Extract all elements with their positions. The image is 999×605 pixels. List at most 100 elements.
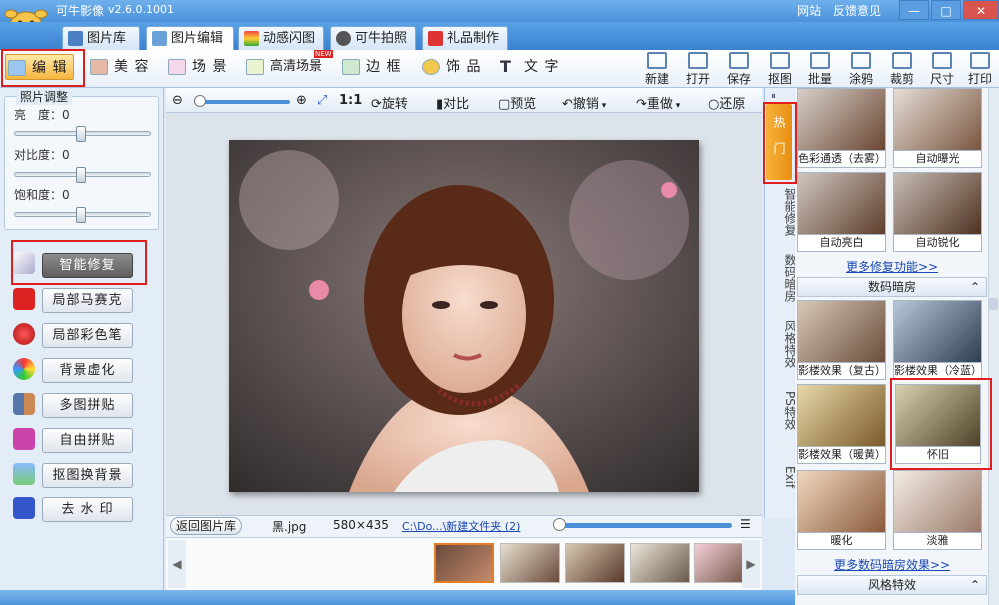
main-photo[interactable] <box>229 140 699 492</box>
tab-library[interactable]: 图片库 <box>62 26 140 50</box>
photo-adjust-title: 照片调整 <box>16 88 73 105</box>
print-icon <box>970 52 990 69</box>
filmstrip-right-arrow-icon[interactable]: ▶ <box>742 540 760 588</box>
tool-text[interactable]: T文 字 <box>498 54 559 80</box>
saturation-slider-thumb[interactable] <box>76 207 86 223</box>
effect-thumb-auto-white[interactable] <box>797 172 886 235</box>
effect-thumb-warm-yellow[interactable] <box>797 384 886 447</box>
feedback-link[interactable]: 反馈意见 <box>833 4 881 18</box>
filmstrip-thumb[interactable] <box>500 543 560 583</box>
app-version: v2.6.0.1001 <box>108 3 174 16</box>
scene-icon <box>168 59 186 75</box>
multi-collage-button[interactable]: 多图拼贴 <box>42 393 133 418</box>
rotate-button[interactable]: ⟳旋转 <box>371 93 408 112</box>
compare-button[interactable]: ▮对比 <box>436 93 469 112</box>
restore-button[interactable]: ○还原 <box>708 93 745 112</box>
filmstrip-thumb[interactable] <box>565 543 625 583</box>
website-link[interactable]: 网站 <box>797 4 821 18</box>
tool-border[interactable]: 边 框 <box>340 54 401 80</box>
effect-thumb-elegant[interactable] <box>893 470 982 533</box>
effect-thumb-cold-blue[interactable] <box>893 300 982 363</box>
vtab-hot[interactable]: 热门 <box>766 104 792 180</box>
thumbnail-size-thumb[interactable] <box>553 518 566 531</box>
redo-button[interactable]: ↷重做 ▾ <box>636 93 680 112</box>
new-button[interactable]: 新建 <box>640 52 674 87</box>
fit-icon[interactable]: ⤢ <box>317 93 327 108</box>
cutout-button[interactable]: 抠图 <box>763 52 797 87</box>
maximize-button[interactable]: □ <box>931 0 961 20</box>
collage-icon <box>13 393 35 415</box>
collapse-panel-icon[interactable]: ⏸ <box>771 91 776 102</box>
tool-edit[interactable]: 编 辑 <box>5 54 74 80</box>
tab-animation[interactable]: 动感闪图 <box>238 26 324 50</box>
beauty-icon <box>90 59 108 75</box>
close-button[interactable]: ✕ <box>963 0 999 20</box>
local-mosaic-button[interactable]: 局部马赛克 <box>42 288 133 313</box>
effect-label-elegant: 淡雅 <box>893 533 982 550</box>
batch-button[interactable]: 批量 <box>803 52 837 87</box>
save-icon <box>729 52 749 69</box>
effect-thumb-nostalgia[interactable] <box>895 384 981 447</box>
filmstrip-thumb[interactable] <box>630 543 690 583</box>
effects-scrollbar[interactable] <box>988 88 999 605</box>
tab-camera[interactable]: 可牛拍照 <box>330 26 416 50</box>
crop-button[interactable]: 裁剪 <box>885 52 919 87</box>
remove-watermark-button[interactable]: 去 水 印 <box>42 497 133 522</box>
minimize-button[interactable]: — <box>899 0 929 20</box>
effect-label-warm-yellow: 影楼效果（暖黄） <box>797 447 886 464</box>
cutout-replace-bg-button[interactable]: 抠图换背景 <box>42 463 133 488</box>
camera-icon <box>336 31 351 46</box>
effect-label-auto-exposure: 自动曝光 <box>893 151 982 168</box>
photo-edit-icon <box>152 31 167 46</box>
library-icon <box>68 31 83 46</box>
save-button[interactable]: 保存 <box>722 52 756 87</box>
free-collage-button[interactable]: 自由拼贴 <box>42 428 133 453</box>
print-button[interactable]: 打印 <box>963 52 997 87</box>
file-path-link[interactable]: C:\Do...\新建文件夹 (2) <box>402 518 520 534</box>
tab-gift[interactable]: 礼品制作 <box>422 26 508 50</box>
back-to-library-button[interactable]: 返回图片库 <box>170 517 242 535</box>
color-pen-icon <box>13 323 35 345</box>
effect-thumb-retro[interactable] <box>797 300 886 363</box>
effect-thumb-auto-sharpen[interactable] <box>893 172 982 235</box>
resize-button[interactable]: 尺寸 <box>925 52 959 87</box>
zoom-slider-thumb[interactable] <box>194 95 206 107</box>
doodle-button[interactable]: 涂鸦 <box>844 52 878 87</box>
more-darkroom-link[interactable]: 更多数码暗房效果>> <box>797 556 987 573</box>
effect-thumb-dehaze[interactable] <box>797 88 886 151</box>
zoom-in-icon[interactable]: ⊕ <box>296 93 307 108</box>
effect-label-auto-white: 自动亮白 <box>797 235 886 252</box>
tool-beauty[interactable]: 美 容 <box>88 54 149 80</box>
tool-decoration[interactable]: 饰 品 <box>420 54 481 80</box>
mosaic-icon <box>13 288 35 310</box>
filmstrip-left-arrow-icon[interactable]: ◀ <box>168 540 186 588</box>
background-blur-button[interactable]: 背景虚化 <box>42 358 133 383</box>
text-icon: T <box>500 57 512 76</box>
tool-hd-scene[interactable]: 高清场景 NEW <box>244 50 333 80</box>
style-effects-section-header[interactable]: 风格特效 ⌃ <box>797 575 987 595</box>
list-view-icon[interactable]: ☰ <box>740 517 751 531</box>
effect-label-nostalgia: 怀旧 <box>895 447 981 464</box>
preview-button[interactable]: ▢预览 <box>498 93 536 112</box>
scrollbar-thumb[interactable] <box>989 298 998 310</box>
zoom-out-icon[interactable]: ⊖ <box>172 93 183 108</box>
darkroom-section-header[interactable]: 数码暗房 ⌃ <box>797 277 987 297</box>
undo-button[interactable]: ↶撤销 ▾ <box>562 93 606 112</box>
zoom-slider[interactable] <box>194 100 290 104</box>
file-name: 黑.jpg <box>272 520 307 534</box>
smart-repair-button[interactable]: 智能修复 <box>42 253 133 278</box>
local-color-pen-button[interactable]: 局部彩色笔 <box>42 323 133 348</box>
collapse-icon[interactable]: ⌃ <box>970 576 980 595</box>
tab-photo-edit[interactable]: 图片编辑 <box>146 26 234 50</box>
tool-scene[interactable]: 场 景 <box>166 54 227 80</box>
contrast-slider-thumb[interactable] <box>76 167 86 183</box>
thumbnail-size-slider[interactable] <box>558 523 732 528</box>
effect-thumb-warm[interactable] <box>797 470 886 533</box>
effect-thumb-auto-exposure[interactable] <box>893 88 982 151</box>
zoom-1to1-button[interactable]: 1:1 <box>339 93 362 108</box>
filmstrip-thumb[interactable] <box>434 543 494 583</box>
brightness-slider-thumb[interactable] <box>76 126 86 142</box>
collapse-icon[interactable]: ⌃ <box>970 278 980 297</box>
open-button[interactable]: 打开 <box>681 52 715 87</box>
more-repair-link[interactable]: 更多修复功能>> <box>797 258 987 275</box>
